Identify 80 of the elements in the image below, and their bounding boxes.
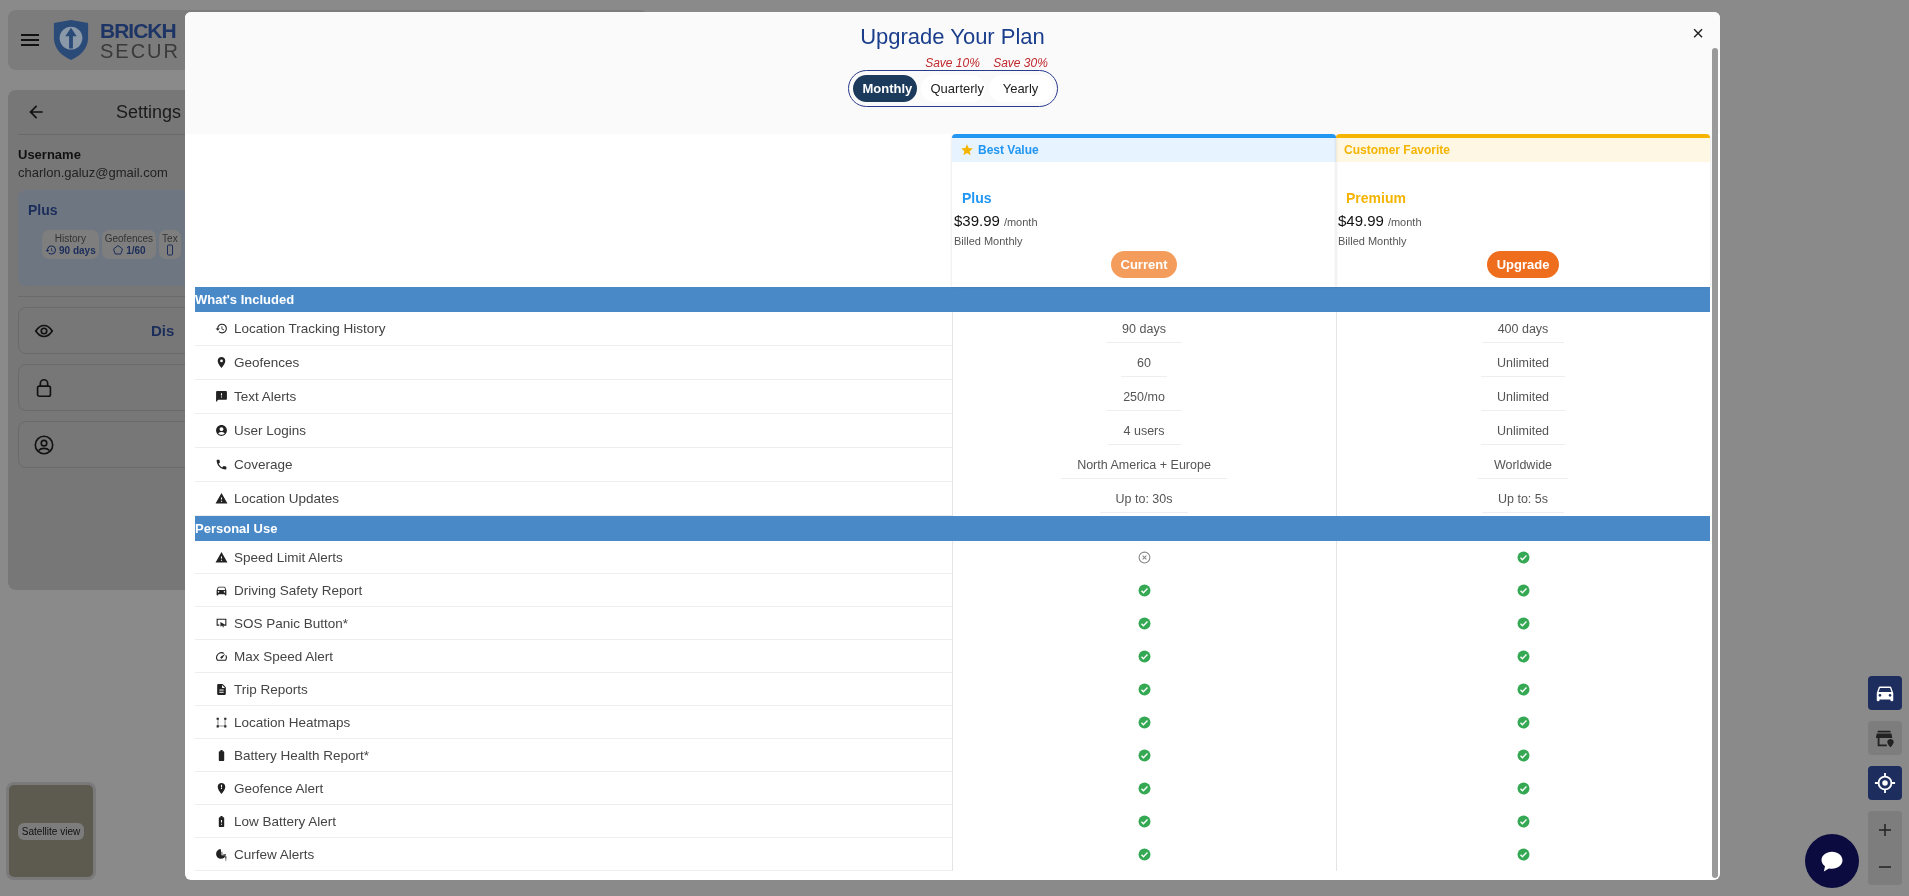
feature-label: Battery Health Report*	[234, 747, 370, 763]
username-label: Username	[18, 147, 82, 162]
plan-badge: Customer Favorite	[1336, 138, 1710, 162]
feature-value: Up to: 5s	[1482, 485, 1564, 513]
section-header: Personal Use	[195, 516, 1710, 541]
feature-value: Unlimited	[1480, 383, 1566, 411]
warning-icon	[215, 492, 228, 505]
car-search-button[interactable]	[1868, 676, 1902, 710]
feature-label: Text Alerts	[234, 389, 297, 404]
feature-value: 90 days	[1106, 315, 1182, 343]
feature-label: SOS Panic Button*	[234, 615, 349, 631]
feature-label: Location Updates	[234, 491, 340, 506]
pentagon-icon	[112, 244, 125, 256]
billing-option[interactable]: Yearly	[988, 75, 1053, 102]
feature-value: North America + Europe	[1061, 451, 1227, 479]
account-icon	[215, 424, 228, 437]
stat-chip: Tex	[159, 230, 181, 259]
feature-label: Curfew Alerts	[234, 846, 315, 862]
chat-button[interactable]	[1805, 834, 1859, 888]
feature-value: Unlimited	[1480, 417, 1566, 445]
feature-label: Coverage	[234, 457, 293, 472]
history-icon	[215, 322, 228, 335]
logo-subtitle: SECUR	[100, 40, 180, 61]
billing-note: Billed Monthly	[954, 235, 1024, 247]
feature-label: Speed Limit Alerts	[234, 549, 343, 565]
store-pin-button[interactable]	[1868, 721, 1902, 755]
logo-wordmark: BRICKH	[100, 19, 177, 41]
price-period: /month	[1003, 216, 1038, 228]
price-period: /month	[1387, 216, 1422, 228]
plan-name: Plus	[28, 202, 59, 218]
plan-price: $39.99	[954, 212, 1000, 229]
shield-logo-icon	[52, 18, 90, 62]
feature-label: Location Heatmaps	[234, 714, 351, 730]
username-value: charlon.galuz@gmail.com	[18, 165, 169, 180]
feature-label: Geofence Alert	[234, 780, 324, 796]
feature-value: 60	[1121, 349, 1167, 377]
feature-value: Up to: 30s	[1099, 485, 1189, 513]
plan-badge: Best Value	[952, 138, 1336, 162]
warning-icon	[215, 550, 228, 564]
feature-label: Trip Reports	[234, 681, 308, 697]
feature-value: 4 users	[1107, 417, 1181, 445]
my-location-button[interactable]	[1868, 766, 1902, 800]
feature-label: User Logins	[234, 423, 307, 438]
stat-chip: Geofences 1/60	[101, 230, 157, 259]
document-icon	[215, 682, 228, 696]
phone-icon	[215, 458, 228, 471]
pin-alert-icon	[215, 781, 228, 795]
message-alert-icon	[215, 390, 228, 403]
panel-title: Settings	[116, 101, 182, 123]
stat-chip: History 90 days	[42, 230, 99, 259]
dialog-title: Upgrade Your Plan	[860, 24, 1045, 50]
history-icon	[45, 244, 57, 256]
feature-label: Low Battery Alert	[234, 813, 337, 829]
plan-name: Plus	[962, 190, 993, 206]
connected-dots-icon	[215, 715, 228, 729]
discount-label: Save 30%	[993, 56, 1048, 70]
satellite-view-button[interactable]: Satellite view	[6, 782, 96, 880]
feature-label: Location Tracking History	[234, 321, 386, 336]
billing-option[interactable]: Quarterly	[920, 75, 985, 102]
scrollbar[interactable]	[1712, 48, 1718, 878]
feature-label: Geofences	[234, 355, 300, 370]
plan-name: Premium	[1346, 190, 1407, 206]
feature-value: Worldwide	[1477, 451, 1569, 479]
account-icon	[33, 433, 55, 456]
feature-label: Driving Safety Report	[234, 582, 363, 598]
discount-label: Save 10%	[925, 56, 980, 70]
billing-option[interactable]: Monthly	[852, 75, 917, 102]
billing-note: Billed Monthly	[1338, 235, 1408, 247]
speedometer-icon	[215, 649, 228, 663]
feature-value: 250/mo	[1107, 383, 1181, 411]
feature-value: Unlimited	[1480, 349, 1566, 377]
feature-value: 400 days	[1481, 315, 1565, 343]
feature-label: Max Speed Alert	[234, 648, 334, 664]
location-pin-icon	[215, 356, 228, 369]
plan-price: $49.99	[1338, 212, 1384, 229]
section-header: What's Included	[195, 287, 1710, 312]
monitor-icon	[215, 616, 228, 630]
close-button[interactable]: ×	[1688, 22, 1708, 45]
crosshair-icon	[1874, 772, 1896, 794]
clock-icon	[215, 847, 228, 861]
